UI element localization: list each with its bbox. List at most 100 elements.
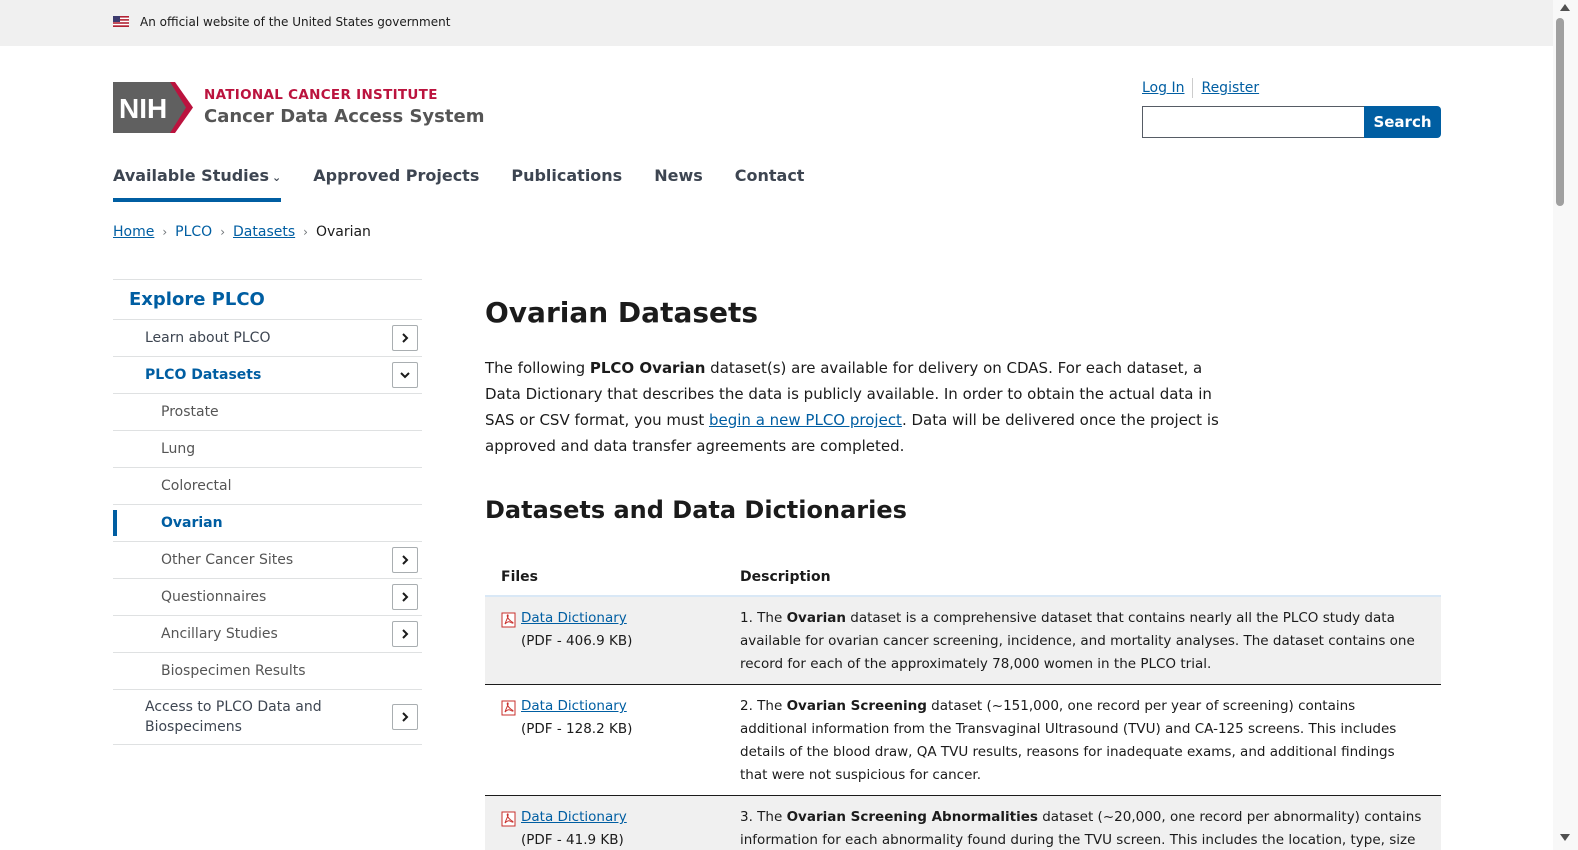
sidenav-item-ovarian[interactable]: Ovarian [113, 504, 422, 541]
chevron-right-icon: › [220, 225, 226, 239]
description-cell: 2. The Ovarian Screening dataset (~151,0… [724, 684, 1441, 796]
nav-approved-projects[interactable]: Approved Projects [313, 166, 479, 202]
search-form: Search [1142, 106, 1441, 138]
sidenav-item-access[interactable]: Access to PLCO Data and Biospecimens [113, 689, 422, 745]
page-title: Ovarian Datasets [485, 296, 759, 329]
scrollbar-thumb[interactable] [1556, 18, 1564, 206]
column-header-description: Description [724, 566, 1441, 597]
new-project-link[interactable]: begin a new PLCO project [709, 411, 902, 429]
scroll-down-arrow-icon[interactable] [1560, 834, 1570, 841]
pdf-icon [501, 612, 516, 628]
table-row: Data Dictionary (PDF - 128.2 KB) 2. The … [485, 684, 1441, 796]
description-text: 1. The [740, 610, 787, 626]
sidenav-item-datasets[interactable]: PLCO Datasets [113, 356, 422, 393]
nih-logo-text: NIH [119, 93, 167, 124]
file-meta: (PDF - 128.2 KB) [521, 721, 633, 737]
chevron-down-icon: ⌄ [272, 171, 282, 184]
sidenav-title[interactable]: Explore PLCO [113, 279, 422, 319]
sidenav: Explore PLCO Learn about PLCO PLCO Datas… [113, 279, 422, 745]
pdf-icon [501, 700, 516, 716]
section-title: Datasets and Data Dictionaries [485, 496, 907, 524]
file-cell: Data Dictionary (PDF - 41.9 KB) [485, 795, 724, 850]
auth-divider [1192, 78, 1194, 98]
breadcrumb: Home › PLCO › Datasets › Ovarian [113, 224, 371, 240]
sidenav-item-other-cancer-sites[interactable]: Other Cancer Sites [113, 541, 422, 578]
pdf-icon [501, 811, 516, 827]
file-cell: Data Dictionary (PDF - 406.9 KB) [485, 596, 724, 685]
file-meta: (PDF - 41.9 KB) [521, 832, 624, 848]
chevron-right-icon [402, 712, 409, 722]
nav-contact[interactable]: Contact [735, 166, 805, 202]
sidenav-item-prostate[interactable]: Prostate [113, 393, 422, 430]
brand-system-name[interactable]: Cancer Data Access System [204, 106, 484, 127]
table-row: Data Dictionary (PDF - 41.9 KB) 3. The O… [485, 795, 1441, 850]
auth-links: Log In Register [1142, 78, 1259, 98]
chevron-right-icon [402, 333, 409, 343]
login-link[interactable]: Log In [1142, 80, 1184, 96]
sidenav-item-ancillary-studies[interactable]: Ancillary Studies [113, 615, 422, 652]
description-text: 2. The [740, 698, 787, 714]
datasets-table: Files Description Data Dictionary (PDF -… [485, 566, 1441, 850]
chevron-right-icon [402, 555, 409, 565]
nav-available-studies-label: Available Studies [113, 166, 270, 185]
sidenav-item-label: Other Cancer Sites [161, 552, 294, 568]
intro-text: The following [485, 359, 590, 377]
gov-banner: An official website of the United States… [0, 0, 1553, 46]
brand-agency-name[interactable]: NATIONAL CANCER INSTITUTE [204, 87, 438, 103]
sidenav-item-colorectal[interactable]: Colorectal [113, 467, 422, 504]
intro-strong: PLCO Ovarian [589, 359, 706, 377]
nav-publications[interactable]: Publications [511, 166, 622, 202]
search-button[interactable]: Search [1364, 106, 1441, 138]
chevron-right-icon [402, 629, 409, 639]
nih-logo[interactable]: NIH [113, 82, 195, 133]
chevron-right-icon: › [162, 225, 168, 239]
us-flag-icon [113, 16, 129, 27]
data-dictionary-link[interactable]: Data Dictionary [521, 698, 627, 714]
expand-toggle[interactable] [392, 547, 418, 573]
column-header-files: Files [485, 566, 724, 597]
page-scrollbar[interactable] [1553, 0, 1578, 850]
description-text: 3. The [740, 809, 787, 825]
main-nav: Available Studies ⌄ Approved Projects Pub… [113, 166, 836, 202]
table-header-row: Files Description [485, 566, 1441, 597]
dataset-name: Ovarian [786, 610, 846, 626]
register-link[interactable]: Register [1201, 80, 1259, 96]
collapse-toggle[interactable] [392, 362, 418, 388]
expand-toggle[interactable] [392, 704, 418, 730]
main-content: Ovarian Datasets The following PLCO Ovar… [485, 296, 1441, 850]
sidenav-item-label: Questionnaires [161, 589, 267, 605]
file-meta: (PDF - 406.9 KB) [521, 633, 633, 649]
sidenav-item-learn[interactable]: Learn about PLCO [113, 319, 422, 356]
gov-banner-text: An official website of the United States… [140, 15, 451, 29]
chevron-right-icon: › [303, 225, 308, 239]
nav-available-studies[interactable]: Available Studies ⌄ [113, 166, 282, 202]
sidenav-item-label: Learn about PLCO [145, 330, 271, 346]
description-cell: 3. The Ovarian Screening Abnormalities d… [724, 795, 1441, 850]
sidenav-item-label: Access to PLCO Data and Biospecimens [145, 699, 322, 735]
sidenav-item-lung[interactable]: Lung [113, 430, 422, 467]
expand-toggle[interactable] [392, 584, 418, 610]
scroll-up-arrow-icon[interactable] [1560, 4, 1570, 11]
dataset-name: Ovarian Screening Abnormalities [786, 809, 1038, 825]
breadcrumb-plco[interactable]: PLCO [175, 224, 212, 240]
dataset-name: Ovarian Screening [786, 698, 927, 714]
data-dictionary-link[interactable]: Data Dictionary [521, 809, 627, 825]
breadcrumb-home[interactable]: Home [113, 224, 154, 240]
nav-news[interactable]: News [654, 166, 703, 202]
breadcrumb-datasets[interactable]: Datasets [233, 224, 295, 240]
sidenav-item-label: Ancillary Studies [161, 626, 278, 642]
intro-paragraph: The following PLCO Ovarian dataset(s) ar… [485, 355, 1235, 459]
file-cell: Data Dictionary (PDF - 128.2 KB) [485, 684, 724, 796]
sidenav-item-label: PLCO Datasets [145, 367, 262, 383]
sidenav-item-questionnaires[interactable]: Questionnaires [113, 578, 422, 615]
breadcrumb-current: Ovarian [315, 224, 371, 240]
data-dictionary-link[interactable]: Data Dictionary [521, 610, 627, 626]
table-row: Data Dictionary (PDF - 406.9 KB) 1. The … [485, 596, 1441, 685]
sidenav-item-biospecimen-results[interactable]: Biospecimen Results [113, 652, 422, 689]
expand-toggle[interactable] [392, 325, 418, 351]
description-cell: 1. The Ovarian dataset is a comprehensiv… [724, 596, 1441, 685]
chevron-right-icon [402, 592, 409, 602]
chevron-down-icon [400, 372, 410, 379]
expand-toggle[interactable] [392, 621, 418, 647]
search-input[interactable] [1142, 106, 1364, 138]
